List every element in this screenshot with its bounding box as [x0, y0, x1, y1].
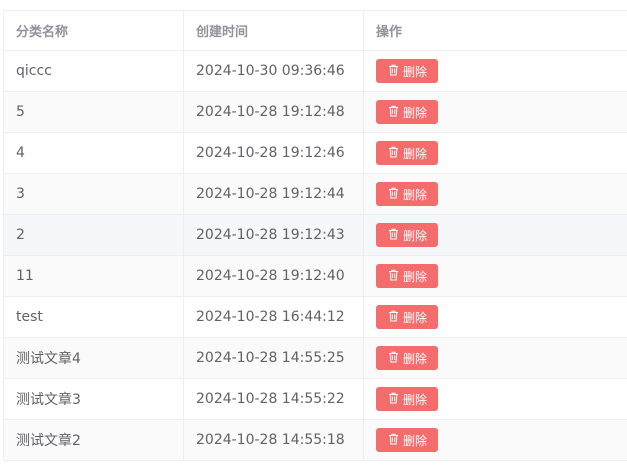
actions-cell: 删除: [364, 338, 627, 378]
delete-button[interactable]: 删除: [376, 100, 439, 124]
actions-cell: 删除: [364, 174, 627, 214]
table-row: qiccc 2024-10-30 09:36:46 删除: [4, 51, 627, 92]
delete-label: 删除: [403, 105, 428, 120]
delete-button[interactable]: 删除: [376, 59, 439, 83]
delete-button[interactable]: 删除: [376, 182, 439, 206]
category-name-cell: test: [4, 297, 184, 337]
created-time-cell: 2024-10-28 16:44:12: [184, 297, 364, 337]
actions-cell: 删除: [364, 51, 627, 91]
delete-label: 删除: [403, 351, 428, 366]
delete-button[interactable]: 删除: [376, 346, 439, 370]
table-row: 测试文章4 2024-10-28 14:55:25 删除: [4, 338, 627, 379]
table-row: 11 2024-10-28 19:12:40 删除: [4, 256, 627, 297]
trash-icon: [388, 310, 399, 325]
actions-cell: 删除: [364, 133, 627, 173]
table-row: 5 2024-10-28 19:12:48 删除: [4, 92, 627, 133]
category-name-cell: 测试文章4: [4, 338, 184, 378]
category-name-cell: 5: [4, 92, 184, 132]
delete-label: 删除: [403, 433, 428, 448]
delete-button[interactable]: 删除: [376, 141, 439, 165]
table-row: 测试文章3 2024-10-28 14:55:22 删除: [4, 379, 627, 420]
delete-label: 删除: [403, 146, 428, 161]
actions-cell: 删除: [364, 256, 627, 296]
created-time-cell: 2024-10-30 09:36:46: [184, 51, 364, 91]
actions-cell: 删除: [364, 92, 627, 132]
category-name-cell: 3: [4, 174, 184, 214]
actions-cell: 删除: [364, 297, 627, 337]
table-row: 4 2024-10-28 19:12:46 删除: [4, 133, 627, 174]
delete-label: 删除: [403, 392, 428, 407]
delete-button[interactable]: 删除: [376, 223, 439, 247]
category-name-cell: 11: [4, 256, 184, 296]
actions-cell: 删除: [364, 215, 627, 255]
table-row: 3 2024-10-28 19:12:44 删除: [4, 174, 627, 215]
delete-button[interactable]: 删除: [376, 387, 439, 411]
column-header-category-name: 分类名称: [4, 11, 184, 50]
trash-icon: [388, 146, 399, 161]
trash-icon: [388, 105, 399, 120]
delete-button[interactable]: 删除: [376, 428, 439, 452]
delete-label: 删除: [403, 228, 428, 243]
delete-label: 删除: [403, 64, 428, 79]
delete-label: 删除: [403, 310, 428, 325]
column-header-created-time: 创建时间: [184, 11, 364, 50]
created-time-cell: 2024-10-28 19:12:44: [184, 174, 364, 214]
category-name-cell: qiccc: [4, 51, 184, 91]
category-name-cell: 2: [4, 215, 184, 255]
table-row: test 2024-10-28 16:44:12 删除: [4, 297, 627, 338]
category-table: 分类名称 创建时间 操作 qiccc 2024-10-30 09:36:46 删…: [3, 10, 627, 461]
actions-cell: 删除: [364, 379, 627, 419]
category-name-cell: 测试文章3: [4, 379, 184, 419]
table-header: 分类名称 创建时间 操作: [4, 11, 627, 51]
delete-button[interactable]: 删除: [376, 305, 439, 329]
delete-label: 删除: [403, 187, 428, 202]
category-name-cell: 测试文章2: [4, 420, 184, 460]
actions-cell: 删除: [364, 420, 627, 460]
category-name-cell: 4: [4, 133, 184, 173]
column-header-actions: 操作: [376, 25, 403, 40]
delete-label: 删除: [403, 269, 428, 284]
table-row: 2 2024-10-28 19:12:43 删除: [4, 215, 627, 256]
created-time-cell: 2024-10-28 19:12:40: [184, 256, 364, 296]
trash-icon: [388, 64, 399, 79]
trash-icon: [388, 269, 399, 284]
created-time-cell: 2024-10-28 14:55:22: [184, 379, 364, 419]
created-time-cell: 2024-10-28 19:12:43: [184, 215, 364, 255]
created-time-cell: 2024-10-28 14:55:18: [184, 420, 364, 460]
trash-icon: [388, 187, 399, 202]
trash-icon: [388, 228, 399, 243]
created-time-cell: 2024-10-28 19:12:48: [184, 92, 364, 132]
trash-icon: [388, 351, 399, 366]
delete-button[interactable]: 删除: [376, 264, 439, 288]
trash-icon: [388, 433, 399, 448]
created-time-cell: 2024-10-28 19:12:46: [184, 133, 364, 173]
trash-icon: [388, 392, 399, 407]
created-time-cell: 2024-10-28 14:55:25: [184, 338, 364, 378]
table-row: 测试文章2 2024-10-28 14:55:18 删除: [4, 420, 627, 461]
